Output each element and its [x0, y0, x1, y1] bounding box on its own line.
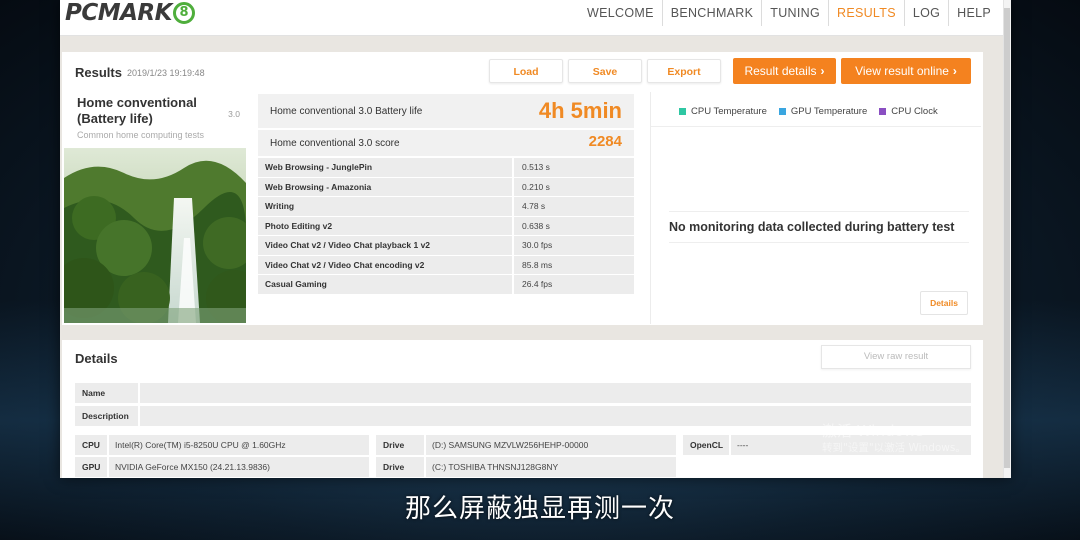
no-monitoring-message: No monitoring data collected during batt…: [669, 220, 955, 234]
legend-cpu-clock[interactable]: CPU Clock: [879, 106, 938, 117]
subtest-name: Casual Gaming: [258, 275, 512, 294]
table-row: Writing 4.78 s: [258, 197, 634, 217]
test-description: Common home computing tests: [77, 130, 205, 140]
nav-results[interactable]: RESULTS: [828, 0, 904, 26]
nav-benchmark[interactable]: BENCHMARK: [661, 0, 762, 26]
logo-text: PCMARK: [65, 0, 172, 26]
chevron-right-icon: ›: [820, 64, 825, 78]
results-title: Results: [75, 65, 122, 80]
subtest-value: 0.210 s: [514, 177, 634, 196]
details-title: Details: [75, 351, 118, 366]
subtest-name: Web Browsing - Amazonia: [258, 177, 512, 196]
save-button[interactable]: Save: [568, 59, 642, 83]
activate-windows-watermark: 激活 Windows: [822, 422, 924, 440]
divider: [651, 126, 981, 127]
subtest-name: Video Chat v2 / Video Chat encoding v2: [258, 255, 512, 274]
score-row: Home conventional 3.0 score 2284: [258, 130, 634, 156]
scrollbar-thumb[interactable]: [1004, 8, 1010, 468]
result-details-label: Result details: [744, 64, 817, 78]
app-header: PCMARK 8 WELCOME BENCHMARK TUNING RESULT…: [60, 0, 1011, 36]
test-card: Home conventional (Battery life) 3.0 Com…: [64, 92, 246, 323]
nav-tuning[interactable]: TUNING: [761, 0, 828, 26]
subtest-name: Writing: [258, 197, 512, 216]
table-row: Video Chat v2 / Video Chat playback 1 v2…: [258, 236, 634, 256]
divider: [669, 211, 969, 212]
name-row: Name: [75, 383, 971, 403]
table-row: Web Browsing - JunglePin 0.513 s: [258, 158, 634, 178]
video-subtitle: 那么屏蔽独显再测一次: [404, 494, 675, 524]
table-row: Video Chat v2 / Video Chat encoding v2 85…: [258, 255, 634, 275]
drive1-label: Drive: [376, 435, 424, 455]
nav-welcome[interactable]: WELCOME: [579, 0, 662, 26]
monitoring-legend: CPU Temperature GPU Temperature CPU Cloc…: [679, 106, 938, 117]
drive2-label: Drive: [376, 457, 424, 477]
logo-badge-icon: 8: [172, 2, 195, 24]
results-date: 2019/1/23 19:19:48: [127, 68, 205, 78]
battery-life-value: 4h 5min: [538, 98, 622, 123]
table-row: Web Browsing - Amazonia 0.210 s: [258, 177, 634, 197]
drive2-value: (C:) TOSHIBA THNSNJ128G8NY: [426, 457, 676, 477]
results-panel: Results 2019/1/23 19:19:48 Load Save Exp…: [62, 52, 983, 325]
chevron-right-icon: ›: [952, 64, 957, 78]
drive1-value: (D:) SAMSUNG MZVLW256HEHP-00000: [426, 435, 676, 455]
main-nav: WELCOME BENCHMARK TUNING RESULTS LOG HEL…: [579, 0, 999, 26]
subtest-value: 26.4 fps: [514, 275, 634, 294]
subtest-value: 4.78 s: [514, 197, 634, 216]
waterfall-landscape-picture: [64, 148, 246, 323]
nav-help[interactable]: HELP: [948, 0, 999, 26]
subtest-name: Photo Editing v2: [258, 216, 512, 235]
subtest-table: Web Browsing - JunglePin 0.513 s Web Brow…: [258, 158, 634, 295]
export-button[interactable]: Export: [647, 59, 721, 83]
legend-label: CPU Temperature: [691, 106, 767, 117]
monitoring-panel: CPU Temperature GPU Temperature CPU Cloc…: [650, 92, 981, 324]
subtest-name: Web Browsing - JunglePin: [258, 158, 512, 177]
table-row: Photo Editing v2 0.638 s: [258, 216, 634, 236]
subtest-value: 85.8 ms: [514, 255, 634, 274]
view-raw-result-button[interactable]: View raw result: [821, 345, 971, 369]
score-value: 2284: [588, 133, 622, 150]
legend-gpu-temperature[interactable]: GPU Temperature: [778, 106, 868, 117]
battery-life-row: Home conventional 3.0 Battery life 4h 5m…: [258, 94, 634, 128]
legend-swatch-cpu-clock: [879, 108, 887, 115]
score-label: Home conventional 3.0 score: [270, 138, 400, 149]
legend-swatch-gpu-temperature: [778, 108, 786, 115]
name-value: [140, 383, 971, 403]
load-button[interactable]: Load: [489, 59, 563, 83]
nav-log[interactable]: LOG: [903, 0, 948, 26]
subtest-name: Video Chat v2 / Video Chat playback 1 v2: [258, 236, 512, 255]
subtest-value: 30.0 fps: [514, 236, 634, 255]
legend-label: CPU Clock: [891, 106, 938, 117]
gpu-value: NVIDIA GeForce MX150 (24.21.13.9836): [109, 457, 369, 477]
view-result-online-button[interactable]: View result online ›: [841, 58, 971, 84]
monitoring-details-button[interactable]: Details: [920, 291, 968, 315]
battery-life-label: Home conventional 3.0 Battery life: [270, 106, 423, 117]
view-online-label: View result online: [855, 64, 949, 78]
name-label: Name: [75, 383, 138, 403]
test-version: 3.0: [228, 109, 240, 119]
pcmark-window: PCMARK 8 WELCOME BENCHMARK TUNING RESULT…: [60, 0, 1011, 478]
description-label: Description: [75, 406, 138, 426]
details-panel: Details View raw result Name Description…: [62, 340, 983, 478]
activate-windows-hint: 转到"设置"以激活 Windows。: [822, 442, 966, 454]
result-details-button[interactable]: Result details ›: [733, 58, 836, 84]
gpu-label: GPU: [75, 457, 107, 477]
subtest-value: 0.513 s: [514, 158, 634, 177]
pcmark-logo: PCMARK 8: [65, 0, 195, 26]
cpu-value: Intel(R) Core(TM) i5-8250U CPU @ 1.60GHz: [109, 435, 369, 455]
legend-label: GPU Temperature: [790, 106, 868, 117]
legend-cpu-temperature[interactable]: CPU Temperature: [679, 106, 767, 117]
divider: [669, 242, 969, 243]
cpu-label: CPU: [75, 435, 107, 455]
table-row: Casual Gaming 26.4 fps: [258, 275, 634, 295]
opencl-label: OpenCL: [683, 435, 729, 455]
legend-swatch-cpu-temperature: [679, 108, 686, 115]
test-name: Home conventional (Battery life): [77, 95, 197, 126]
subtest-value: 0.638 s: [514, 216, 634, 235]
waterfall-image: [64, 148, 246, 323]
